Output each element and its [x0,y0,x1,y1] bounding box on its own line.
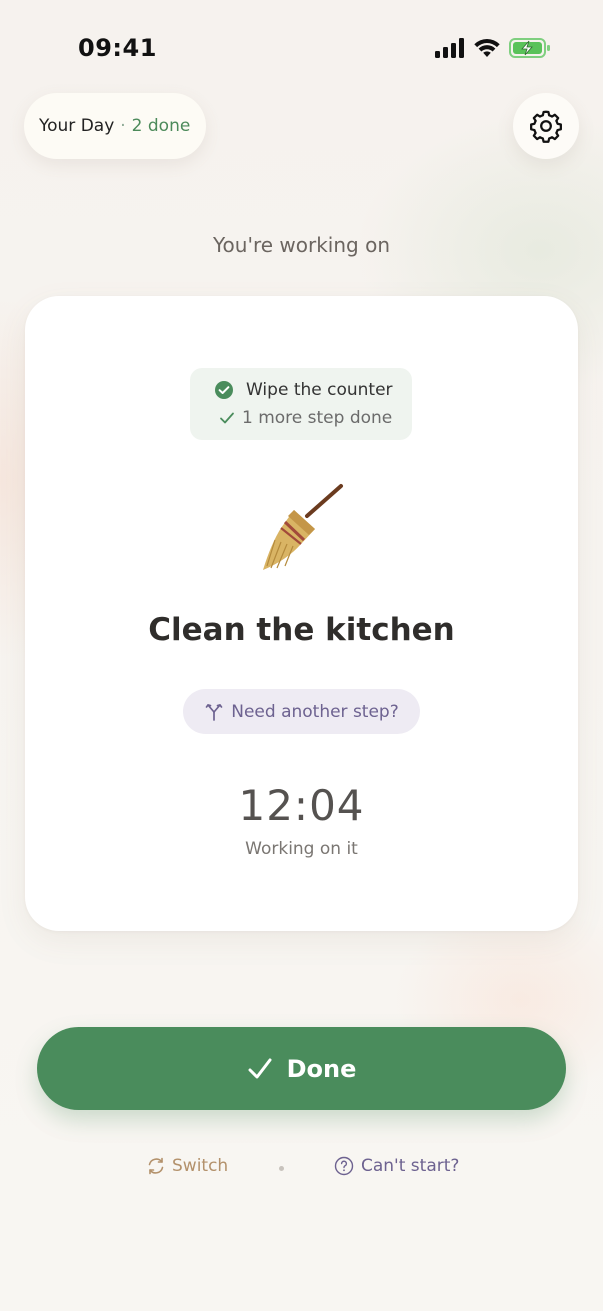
separator-dot [279,1166,284,1171]
day-separator: · [120,116,126,136]
completed-step-label: Wipe the counter [246,380,393,400]
done-label: Done [286,1054,357,1083]
battery-icon [509,38,550,58]
status-time: 09:41 [78,34,157,62]
need-another-step-button[interactable]: Need another step? [183,689,420,734]
checkmark-icon [248,1058,272,1078]
timer-label: Working on it [245,839,358,859]
status-icons [435,37,551,59]
your-day-label: Your Day [39,116,115,136]
task-card: Wipe the counter 1 more step done Clean … [25,296,578,931]
cant-start-button[interactable]: Can't start? [334,1156,459,1176]
completed-step-row: Wipe the counter [214,380,393,400]
cant-start-label: Can't start? [361,1156,460,1176]
checkmark-icon [220,412,234,424]
broom-icon [263,484,343,570]
help-icon [334,1156,354,1176]
more-steps-row: 1 more step done [219,408,392,428]
switch-label: Switch [172,1156,229,1176]
done-count: 2 done [131,116,191,136]
switch-button[interactable]: Switch [146,1156,228,1176]
timer: 12:04 [238,781,365,830]
more-steps-label: 1 more step done [242,408,393,428]
settings-button[interactable] [513,93,579,159]
wifi-icon [474,38,500,57]
gear-icon [530,110,562,143]
signal-icon [435,38,464,58]
your-day-button[interactable]: Your Day · 2 done [24,93,207,159]
working-on-label: You're working on [212,233,390,257]
check-circle-icon [215,381,233,399]
task-title: Clean the kitchen [148,612,455,648]
switch-icon [148,1157,164,1175]
done-button[interactable]: Done [37,1027,566,1110]
need-another-step-label: Need another step? [231,701,399,722]
status-bar: 09:41 [0,0,603,96]
completed-steps-box: Wipe the counter 1 more step done [190,368,412,440]
branch-icon [205,703,223,721]
